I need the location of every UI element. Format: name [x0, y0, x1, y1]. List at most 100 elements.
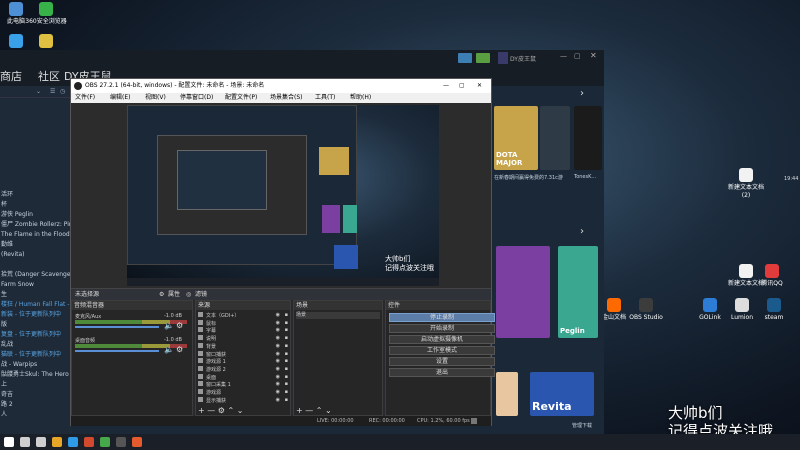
nav-store[interactable]: 商店 — [0, 68, 22, 84]
game-list-item[interactable]: 奇吉 — [0, 390, 72, 400]
game-card[interactable] — [496, 372, 518, 416]
taskbar-task-view-icon[interactable] — [36, 437, 46, 447]
taskbar-start-icon[interactable] — [4, 437, 14, 447]
source-row[interactable]: 游戏源 1 ◉ ▪ — [198, 358, 288, 365]
eye-icon[interactable]: ◉ — [276, 389, 280, 396]
properties-button[interactable]: 属性 — [168, 289, 180, 300]
speaker-icon[interactable]: 🔈 — [164, 321, 174, 330]
eye-icon[interactable]: ◉ — [276, 343, 280, 350]
taskbar-search-icon[interactable] — [20, 437, 30, 447]
eye-icon[interactable]: ◉ — [276, 381, 280, 388]
game-list-item[interactable]: 人 — [0, 410, 72, 420]
lock-icon[interactable]: ▪ — [285, 366, 288, 373]
steam-minimize-icon[interactable]: — — [560, 52, 567, 60]
lock-icon[interactable]: ▪ — [285, 374, 288, 381]
game-list-item[interactable]: 生 — [0, 290, 72, 300]
add-icon[interactable]: + — [198, 406, 205, 415]
game-card[interactable] — [574, 106, 602, 170]
steam-user-name[interactable]: DY皮王鼠 — [510, 54, 536, 63]
desktop-icon[interactable]: 新建文本文档 (2) — [726, 168, 766, 200]
source-row[interactable]: 说明 ◉ ▪ — [198, 335, 288, 342]
taskbar-app6-icon[interactable] — [132, 437, 142, 447]
menu-item[interactable]: 工具(T) — [315, 93, 335, 103]
game-list-item[interactable]: 勤维 — [0, 240, 72, 250]
game-card[interactable]: DOTA MAJOR — [494, 106, 538, 170]
steam-notify-button[interactable] — [458, 53, 472, 63]
game-card[interactable]: Revita — [530, 372, 594, 416]
game-list-item[interactable]: 游侠 Peglin — [0, 210, 72, 220]
game-list-item[interactable]: 活环 — [0, 190, 72, 200]
eye-icon[interactable]: ◉ — [276, 320, 280, 327]
source-row[interactable]: 游戏源 2 ◉ ▪ — [198, 365, 288, 373]
add-icon[interactable]: + — [296, 406, 303, 415]
game-list-item[interactable]: 猫联 - 位于更新队列中 — [0, 350, 72, 360]
move-down-icon[interactable]: ⌄ — [237, 406, 244, 415]
chevron-right-icon[interactable]: › — [580, 226, 584, 237]
control-button[interactable]: 工作室模式 — [389, 346, 495, 355]
eye-icon[interactable]: ◉ — [276, 335, 280, 342]
lock-icon[interactable]: ▪ — [285, 327, 288, 334]
lock-icon[interactable]: ▪ — [285, 397, 288, 404]
desktop-icon[interactable]: OBS Studio — [626, 298, 666, 322]
eye-icon[interactable]: ◉ — [276, 397, 280, 404]
game-list-item[interactable]: The Flame in the Flood — [0, 230, 72, 240]
control-button[interactable]: 停止录制 — [389, 313, 495, 322]
lock-icon[interactable]: ▪ — [285, 335, 288, 342]
game-list-item[interactable]: 版 — [0, 320, 72, 330]
gear-icon[interactable]: ⚙ — [176, 345, 183, 354]
move-up-icon[interactable]: ⌃ — [228, 406, 235, 415]
desktop-icon[interactable]: steam — [754, 298, 794, 322]
desktop-icon[interactable]: 腾讯QQ — [752, 264, 792, 288]
game-list-item[interactable]: 战 - Warpips — [0, 360, 72, 370]
lock-icon[interactable]: ▪ — [285, 381, 288, 388]
menu-item[interactable]: 停靠窗口(D) — [180, 93, 213, 103]
source-row[interactable]: 字幕 ◉ ▪ — [198, 327, 288, 334]
chevron-right-icon[interactable]: › — [580, 88, 584, 99]
lock-icon[interactable]: ▪ — [285, 343, 288, 350]
game-list-item[interactable]: Farm Snow — [0, 280, 72, 290]
gear-icon[interactable]: ⚙ — [159, 289, 164, 300]
control-button[interactable]: 退出 — [389, 368, 495, 377]
speaker-icon[interactable]: 🔈 — [164, 345, 174, 354]
steam-avatar[interactable] — [498, 52, 508, 64]
control-button[interactable]: 开始录制 — [389, 324, 495, 333]
volume-slider[interactable] — [75, 326, 159, 328]
game-list-item[interactable]: 骷髅勇士Skul: The Hero Slayer — [0, 370, 72, 380]
eye-icon[interactable]: ◉ — [276, 374, 280, 381]
source-row[interactable]: 窗口捕获 ◉ ▪ — [198, 350, 288, 358]
obs-maximize-icon[interactable]: ▢ — [459, 79, 465, 93]
steam-close-icon[interactable]: ✕ — [590, 51, 597, 60]
volume-slider[interactable] — [75, 350, 159, 352]
game-list-item[interactable]: 杯 — [0, 200, 72, 210]
taskbar-app4-icon[interactable] — [100, 437, 110, 447]
nav-community[interactable]: 社区 — [38, 68, 60, 84]
taskbar-app5-icon[interactable] — [116, 437, 126, 447]
game-card[interactable] — [496, 246, 550, 338]
obs-minimize-icon[interactable]: — — [443, 79, 449, 93]
game-list-item[interactable]: 路 2 — [0, 400, 72, 410]
steam-friends-button[interactable] — [476, 53, 490, 63]
menu-item[interactable]: 配置文件(P) — [225, 93, 257, 103]
eye-icon[interactable]: ◉ — [276, 351, 280, 358]
source-row[interactable]: 桌面 ◉ ▪ — [198, 373, 288, 381]
remove-icon[interactable]: — — [207, 406, 215, 415]
game-list-item[interactable]: 复盘 - 位于更新队列中 — [0, 330, 72, 340]
game-list-item[interactable]: 上 — [0, 380, 72, 390]
remove-icon[interactable]: — — [305, 406, 313, 415]
gear-icon[interactable]: ⚙ — [176, 321, 183, 330]
clock-icon[interactable]: ◷ — [60, 88, 65, 95]
source-row[interactable]: 文本（GDI+） ◉ ▪ — [198, 312, 288, 319]
desktop-icon[interactable]: 360安全浏览器 — [24, 2, 68, 26]
game-list-item[interactable]: 新装 - 位于更新队列中 — [0, 310, 72, 320]
chevron-down-icon[interactable]: ⌄ — [36, 88, 41, 95]
filter-icon[interactable]: ◎ — [186, 289, 191, 300]
desktop-icon[interactable] — [24, 34, 68, 50]
menu-item[interactable]: 文件(F) — [75, 93, 95, 103]
game-card[interactable]: Peglin — [558, 246, 598, 338]
menu-item[interactable]: 编辑(E) — [110, 93, 130, 103]
filter-icon[interactable]: ☰ — [50, 88, 55, 95]
lock-icon[interactable]: ▪ — [285, 389, 288, 396]
taskbar-app3-icon[interactable] — [84, 437, 94, 447]
eye-icon[interactable]: ◉ — [276, 327, 280, 334]
source-row[interactable]: 背景 ◉ ▪ — [198, 342, 288, 350]
